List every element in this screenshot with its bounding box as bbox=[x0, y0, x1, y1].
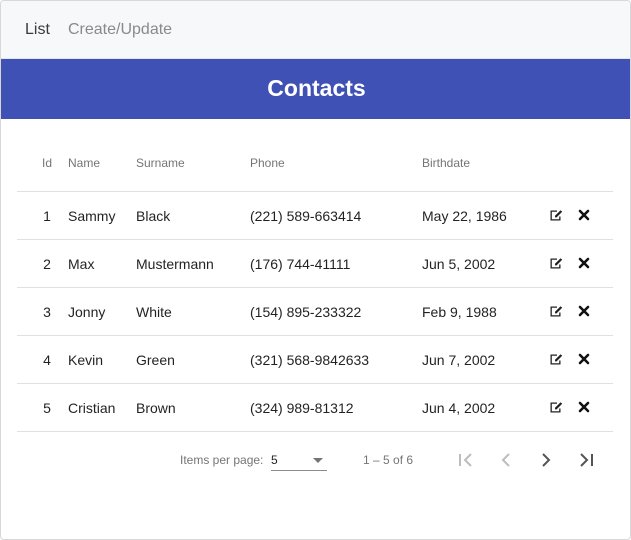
cell-id: 5 bbox=[43, 400, 51, 416]
delete-button[interactable] bbox=[576, 303, 592, 319]
delete-button[interactable] bbox=[576, 207, 592, 223]
chevron-left-icon bbox=[501, 453, 510, 467]
close-icon bbox=[578, 257, 590, 269]
chevron-right-icon bbox=[542, 453, 551, 467]
edit-icon bbox=[550, 258, 563, 269]
first-page-icon bbox=[459, 453, 472, 467]
previous-page-button[interactable] bbox=[494, 448, 518, 472]
last-page-button[interactable] bbox=[574, 448, 598, 472]
delete-button[interactable] bbox=[576, 399, 592, 415]
column-header-phone[interactable]: Phone bbox=[250, 156, 285, 170]
edit-icon bbox=[550, 210, 563, 221]
column-header-name[interactable]: Name bbox=[68, 156, 100, 170]
delete-button[interactable] bbox=[576, 255, 592, 271]
table-row: 5 Cristian Brown (324) 989-81312 Jun 4, … bbox=[17, 384, 613, 432]
column-header-birthdate[interactable]: Birthdate bbox=[422, 156, 470, 170]
edit-button[interactable] bbox=[548, 255, 564, 271]
cell-phone: (221) 589-663414 bbox=[250, 208, 362, 224]
close-icon bbox=[578, 209, 590, 221]
caret-down-icon bbox=[313, 458, 323, 463]
next-page-button[interactable] bbox=[534, 448, 558, 472]
cell-phone: (321) 568-9842633 bbox=[250, 352, 370, 368]
page-size-select[interactable]: 5 bbox=[271, 449, 327, 471]
cell-id: 4 bbox=[43, 352, 51, 368]
edit-icon bbox=[550, 402, 563, 413]
cell-surname: Black bbox=[136, 208, 171, 224]
page-banner: Contacts bbox=[1, 59, 630, 119]
cell-birthdate: May 22, 1986 bbox=[422, 208, 507, 224]
delete-button[interactable] bbox=[576, 351, 592, 367]
edit-button[interactable] bbox=[548, 399, 564, 415]
contacts-table: Id Name Surname Phone Birthdate 1 Sammy … bbox=[17, 119, 613, 432]
page-size-value: 5 bbox=[271, 453, 278, 467]
items-per-page-label: Items per page: bbox=[180, 453, 264, 467]
edit-button[interactable] bbox=[548, 207, 564, 223]
cell-surname: Green bbox=[136, 352, 175, 368]
last-page-icon bbox=[580, 453, 593, 467]
table-row: 1 Sammy Black (221) 589-663414 May 22, 1… bbox=[17, 192, 613, 240]
first-page-button[interactable] bbox=[454, 448, 478, 472]
cell-id: 3 bbox=[43, 304, 51, 320]
close-icon bbox=[578, 305, 590, 317]
column-header-id[interactable]: Id bbox=[42, 156, 52, 170]
cell-surname: White bbox=[136, 304, 172, 320]
top-nav: List Create/Update bbox=[1, 1, 630, 59]
edit-icon bbox=[550, 306, 563, 317]
table-row: 3 Jonny White (154) 895-233322 Feb 9, 19… bbox=[17, 288, 613, 336]
table-row: 4 Kevin Green (321) 568-9842633 Jun 7, 2… bbox=[17, 336, 613, 384]
nav-link-create-update[interactable]: Create/Update bbox=[68, 20, 172, 40]
table-header-row: Id Name Surname Phone Birthdate bbox=[17, 119, 613, 192]
cell-name: Cristian bbox=[68, 400, 116, 416]
column-header-surname[interactable]: Surname bbox=[136, 156, 185, 170]
cell-name: Sammy bbox=[68, 208, 116, 224]
edit-button[interactable] bbox=[548, 303, 564, 319]
edit-icon bbox=[550, 354, 563, 365]
edit-button[interactable] bbox=[548, 351, 564, 367]
close-icon bbox=[578, 401, 590, 413]
cell-phone: (176) 744-41111 bbox=[250, 256, 351, 272]
cell-phone: (324) 989-81312 bbox=[250, 400, 354, 416]
cell-id: 2 bbox=[43, 256, 51, 272]
cell-surname: Mustermann bbox=[136, 256, 214, 272]
page-title: Contacts bbox=[267, 75, 366, 101]
close-icon bbox=[578, 353, 590, 365]
page-range-label: 1 – 5 of 6 bbox=[363, 453, 414, 467]
paginator: Items per page: 5 1 – 5 of 6 bbox=[1, 432, 630, 488]
cell-birthdate: Feb 9, 1988 bbox=[422, 304, 497, 320]
nav-link-list[interactable]: List bbox=[25, 20, 50, 40]
cell-phone: (154) 895-233322 bbox=[250, 304, 362, 320]
cell-birthdate: Jun 4, 2002 bbox=[422, 400, 496, 416]
table-row: 2 Max Mustermann (176) 744-41111 Jun 5, … bbox=[17, 240, 613, 288]
cell-id: 1 bbox=[43, 208, 51, 224]
cell-name: Jonny bbox=[68, 304, 106, 320]
cell-surname: Brown bbox=[136, 400, 176, 416]
cell-name: Kevin bbox=[68, 352, 104, 368]
cell-name: Max bbox=[68, 256, 95, 272]
cell-birthdate: Jun 7, 2002 bbox=[422, 352, 496, 368]
cell-birthdate: Jun 5, 2002 bbox=[422, 256, 496, 272]
app-window: List Create/Update Contacts Id Name Surn… bbox=[0, 0, 631, 540]
